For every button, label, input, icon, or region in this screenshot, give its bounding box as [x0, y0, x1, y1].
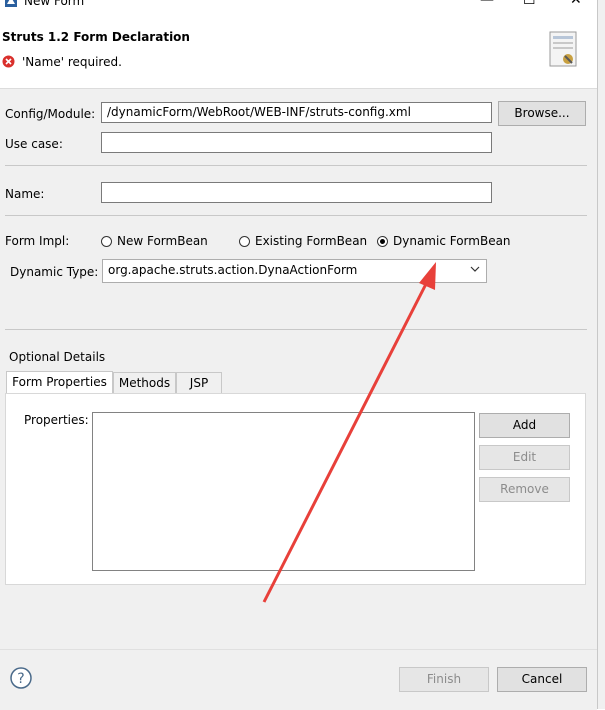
wizard-footer: ? Finish Cancel: [0, 649, 597, 710]
cancel-button[interactable]: Cancel: [497, 667, 587, 692]
annotation-arrow: [262, 262, 436, 603]
finish-button[interactable]: Finish: [399, 667, 489, 692]
svg-text:?: ?: [17, 671, 24, 687]
help-icon[interactable]: ?: [10, 667, 32, 689]
